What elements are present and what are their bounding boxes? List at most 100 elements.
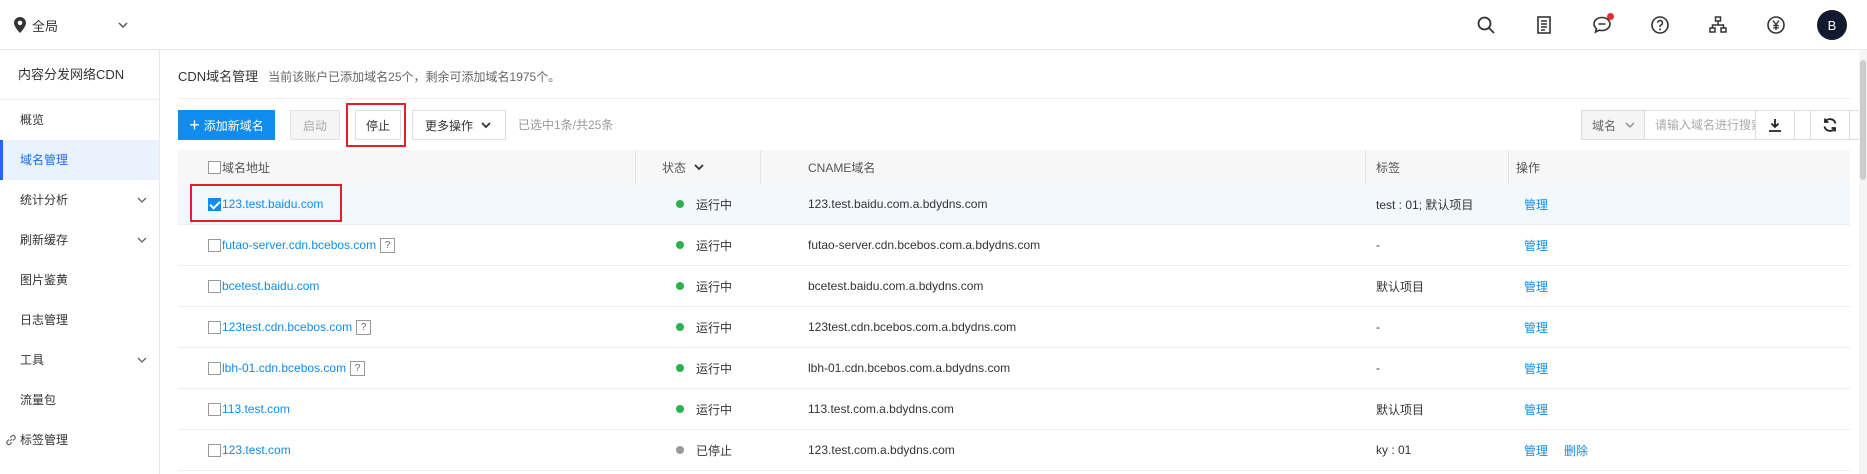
manage-link[interactable]: 管理 [1524,360,1548,377]
toolbar: + 添加新域名 启动 停止 更多操作 已选中1条/共25条 域名 [178,103,1867,147]
avatar[interactable]: B [1817,10,1847,40]
tag-cell: - [1376,238,1380,252]
domain-cell: 123.test.baidu.com [222,184,642,224]
domain-link[interactable]: 123test.cdn.bcebos.com [222,320,352,334]
column-divider [760,150,761,184]
tag-cell: 默认项目 [1376,402,1425,417]
region-selector[interactable]: 全局 [14,14,128,36]
refresh-button[interactable] [1810,110,1850,140]
manage-link[interactable]: 管理 [1524,196,1548,213]
sidebar-item-label: 流量包 [20,393,57,407]
chevron-down-icon [481,122,491,129]
download-button[interactable] [1755,110,1795,140]
yuan-icon[interactable] [1761,10,1791,40]
sidebar-item-domain-management[interactable]: 域名管理 [0,140,159,180]
table-row[interactable]: 123.test.baidu.com 运行中 123.test.baidu.co… [178,184,1850,225]
ops-cell: 管理 [1516,389,1616,429]
document-icon[interactable] [1529,10,1559,40]
manage-link[interactable]: 管理 [1524,442,1548,459]
location-pin-icon [14,17,26,33]
manage-link[interactable]: 管理 [1524,278,1548,295]
cname-cell: 113.test.com.a.bdydns.com [808,402,954,416]
scrollbar-thumb[interactable] [1860,60,1866,180]
domain-table: 域名地址 状态 CNAME域名 标签 操作 123.test.baidu.com… [178,150,1850,471]
domain-link[interactable]: lbh-01.cdn.bcebos.com [222,361,346,375]
status-text: 运行中 [696,238,733,253]
search-icon[interactable] [1471,10,1501,40]
sidebar-item-overview[interactable]: 概览 [0,100,159,140]
status-cell: 运行中 [662,225,782,265]
column-divider [635,150,636,184]
more-actions-dropdown[interactable]: 更多操作 [412,110,506,140]
manage-link[interactable]: 管理 [1524,237,1548,254]
table-row[interactable]: 113.test.com 运行中 113.test.com.a.bdydns.c… [178,389,1850,430]
plus-icon: + [189,115,200,135]
status-dot [676,405,684,413]
header-status-label: 状态 [662,160,687,175]
domain-cell: bcetest.baidu.com [222,266,642,306]
status-text: 运行中 [696,402,733,417]
sidebar-item-statistics[interactable]: 统计分析 [0,180,159,220]
message-icon[interactable] [1587,10,1617,40]
help-icon[interactable] [1645,10,1675,40]
ops-cell: 管理 [1516,266,1616,306]
select-all-checkbox[interactable] [207,160,221,174]
sidebar: 内容分发网络CDN 概览 域名管理 统计分析 刷新缓存 图片鉴黄 日志管理 工具… [0,50,160,474]
search-field-select[interactable]: 域名 [1582,111,1645,139]
domain-cell: 123.test.com [222,430,642,470]
row-checkbox[interactable] [207,238,221,252]
scrollbar[interactable] [1859,50,1867,474]
status-cell: 运行中 [662,184,782,224]
domain-link[interactable]: 113.test.com [222,402,290,416]
tag-cell: 默认项目 [1376,279,1425,294]
domain-cell: lbh-01.cdn.bcebos.com? [222,348,642,388]
status-text: 运行中 [696,361,733,376]
table-row[interactable]: futao-server.cdn.bcebos.com? 运行中 futao-s… [178,225,1850,266]
sidebar-item-refresh-cache[interactable]: 刷新缓存 [0,220,159,260]
row-checkbox[interactable] [207,402,221,416]
sidebar-item-traffic-package[interactable]: 流量包 [0,380,159,420]
row-checkbox[interactable] [207,361,221,375]
sidebar-item-tag-management[interactable]: 标签管理 [0,420,159,460]
search-field-label: 域名 [1592,118,1617,133]
download-icon [1769,119,1781,132]
sidebar-item-label: 统计分析 [20,193,69,207]
cname-cell: 123.test.baidu.com.a.bdydns.com [808,197,988,211]
table-row[interactable]: 123test.cdn.bcebos.com? 运行中 123test.cdn.… [178,307,1850,348]
ops-cell: 管理 [1516,225,1616,265]
delete-link[interactable]: 删除 [1564,442,1588,459]
sidebar-item-label: 刷新缓存 [20,233,69,247]
row-checkbox[interactable] [207,320,221,334]
help-icon[interactable]: ? [380,237,396,253]
status-cell: 运行中 [662,348,782,388]
add-domain-button[interactable]: + 添加新域名 [178,110,275,140]
domain-link[interactable]: bcetest.baidu.com [222,279,319,293]
row-checkbox[interactable] [207,443,221,457]
divider [178,98,1850,99]
chevron-down-icon [694,164,704,171]
domain-link[interactable]: 123.test.baidu.com [222,197,323,211]
sidebar-item-tools[interactable]: 工具 [0,340,159,380]
stop-button[interactable]: 停止 [355,110,401,140]
manage-link[interactable]: 管理 [1524,319,1548,336]
sidebar-item-log-management[interactable]: 日志管理 [0,300,159,340]
domain-link[interactable]: 123.test.com [222,443,291,457]
main-content: CDN域名管理 当前该账户已添加域名25个，剩余可添加域名1975个。 + 添加… [160,50,1867,474]
help-icon[interactable]: ? [350,360,366,376]
manage-link[interactable]: 管理 [1524,401,1548,418]
sidebar-item-image-review[interactable]: 图片鉴黄 [0,260,159,300]
cname-cell: 123.test.com.a.bdydns.com [808,443,955,457]
help-icon[interactable]: ? [356,319,372,335]
table-row[interactable]: lbh-01.cdn.bcebos.com? 运行中 lbh-01.cdn.bc… [178,348,1850,389]
chevron-down-icon [118,22,128,29]
table-row[interactable]: bcetest.baidu.com 运行中 bcetest.baidu.com.… [178,266,1850,307]
table-row[interactable]: 123.test.com 已停止 123.test.com.a.bdydns.c… [178,430,1850,471]
domain-link[interactable]: futao-server.cdn.bcebos.com [222,238,376,252]
org-icon[interactable] [1703,10,1733,40]
chevron-down-icon [1625,122,1635,128]
row-checkbox[interactable] [207,197,221,211]
cname-cell: futao-server.cdn.bcebos.com.a.bdydns.com [808,238,1041,252]
header-status[interactable]: 状态 [662,150,782,184]
row-checkbox[interactable] [207,279,221,293]
start-button[interactable]: 启动 [290,110,340,140]
